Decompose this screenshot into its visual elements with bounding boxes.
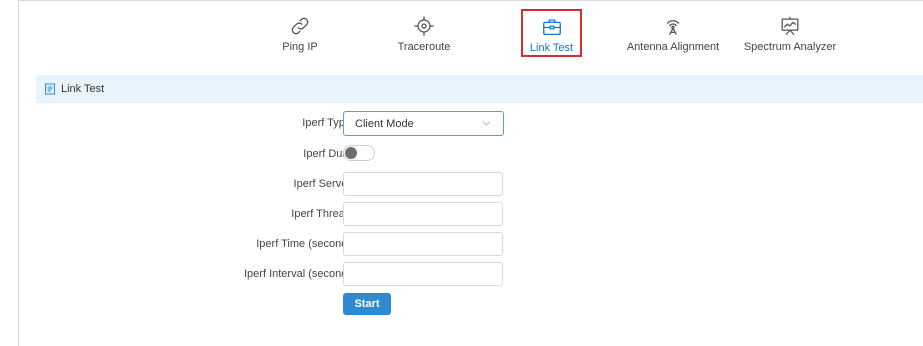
iperf-interval-label: Iperf Interval (second) bbox=[244, 268, 351, 280]
antenna-icon bbox=[661, 14, 685, 38]
iperf-server-input[interactable] bbox=[343, 172, 503, 196]
iperf-type-select[interactable]: Client Mode bbox=[343, 111, 504, 136]
tab-spectrum-analyzer[interactable]: Spectrum Analyzer bbox=[739, 1, 841, 59]
iperf-server-row: Iperf Server bbox=[19, 172, 923, 198]
iperf-thread-input[interactable] bbox=[343, 202, 503, 226]
section-header: Link Test bbox=[36, 75, 923, 103]
iperf-interval-input[interactable] bbox=[343, 262, 503, 286]
tab-label: Link Test bbox=[529, 42, 574, 54]
iperf-type-value: Client Mode bbox=[355, 117, 414, 130]
spectrum-chart-icon bbox=[778, 14, 802, 38]
tab-antenna-alignment[interactable]: Antenna Alignment bbox=[623, 1, 723, 59]
iperf-dual-toggle[interactable] bbox=[343, 145, 375, 161]
toolbox-icon bbox=[540, 15, 564, 39]
tool-toolbar: Ping IP Traceroute Link Test Antenna Ali… bbox=[19, 1, 923, 61]
tab-link-test[interactable]: Link Test bbox=[521, 9, 582, 57]
link-test-panel: Ping IP Traceroute Link Test Antenna Ali… bbox=[18, 0, 923, 346]
section-title: Link Test bbox=[61, 83, 105, 95]
crosshair-icon bbox=[412, 14, 436, 38]
link-icon bbox=[288, 14, 312, 38]
tab-label: Antenna Alignment bbox=[626, 41, 720, 53]
tab-ping-ip[interactable]: Ping IP bbox=[266, 1, 334, 59]
start-button[interactable]: Start bbox=[343, 293, 391, 315]
document-icon bbox=[44, 83, 56, 95]
tab-label: Ping IP bbox=[282, 41, 318, 53]
iperf-type-row: Iperf Type Client Mode bbox=[19, 111, 923, 137]
iperf-time-row: Iperf Time (second) bbox=[19, 232, 923, 258]
iperf-interval-row: Iperf Interval (second) bbox=[19, 262, 923, 288]
tab-traceroute[interactable]: Traceroute bbox=[386, 1, 462, 59]
iperf-thread-row: Iperf Thread bbox=[19, 202, 923, 228]
chevron-down-icon bbox=[482, 119, 491, 127]
tab-label: Traceroute bbox=[397, 41, 451, 53]
iperf-dual-row: Iperf Dual bbox=[19, 142, 923, 168]
iperf-time-label: Iperf Time (second) bbox=[256, 238, 351, 250]
iperf-time-input[interactable] bbox=[343, 232, 503, 256]
tab-label: Spectrum Analyzer bbox=[743, 41, 837, 53]
toggle-knob bbox=[345, 147, 357, 159]
